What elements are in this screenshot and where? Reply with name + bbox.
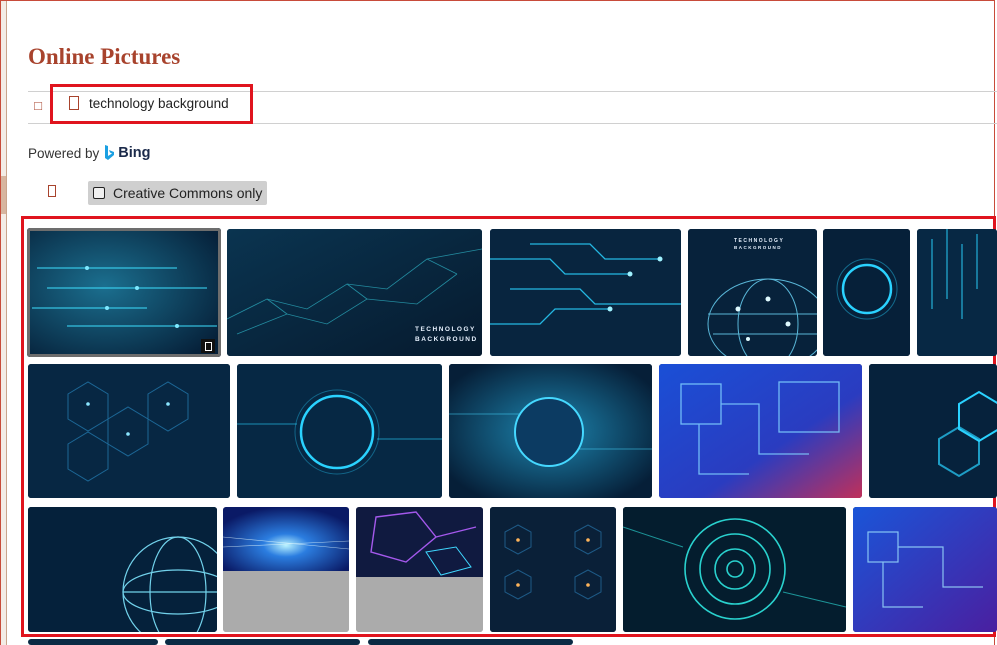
thumbnail-image xyxy=(356,507,483,577)
thumbnail-image xyxy=(869,364,997,498)
thumbnail-image: TECHNOLOGY BACKGROUND xyxy=(227,229,482,356)
thumbnail-image: TECHNOLOGY BACKGROUND xyxy=(688,229,817,356)
thumbnail-placeholder xyxy=(223,571,349,632)
bing-brand-text: Bing xyxy=(118,145,151,161)
bing-logo[interactable]: Bing xyxy=(104,145,151,161)
image-result-11[interactable] xyxy=(869,364,997,498)
image-result-next-row-3[interactable] xyxy=(368,639,573,645)
image-result-1[interactable] xyxy=(27,228,221,357)
bing-logo-icon xyxy=(105,145,115,160)
creative-commons-label: Creative Commons only xyxy=(113,185,263,201)
creative-commons-checkbox[interactable] xyxy=(93,187,105,199)
image-result-next-row-2[interactable] xyxy=(165,639,360,645)
image-result-7[interactable] xyxy=(28,364,230,498)
image-result-15[interactable] xyxy=(490,507,616,632)
thumbnail-image xyxy=(449,364,652,498)
search-input[interactable] xyxy=(89,93,249,113)
image-result-9[interactable] xyxy=(449,364,652,498)
dialog-title: Online Pictures xyxy=(28,44,181,69)
image-result-13[interactable] xyxy=(223,507,349,632)
image-result-16[interactable] xyxy=(623,507,846,632)
thumbnail-caption-1: TECHNOLOGY xyxy=(734,238,784,244)
image-result-4[interactable]: TECHNOLOGY BACKGROUND xyxy=(688,229,817,356)
thumbnail-caption-2: BACKGROUND xyxy=(734,245,782,250)
thumbnail-caption-2: BACKGROUND xyxy=(415,336,478,343)
powered-by-label: Powered by xyxy=(28,145,100,161)
thumbnail-image xyxy=(223,507,349,571)
filter-icon[interactable] xyxy=(48,185,56,197)
image-result-14[interactable] xyxy=(356,507,483,632)
thumbnail-image xyxy=(823,229,910,356)
thumbnail-image xyxy=(623,507,846,632)
image-result-2[interactable]: TECHNOLOGY BACKGROUND xyxy=(227,229,482,356)
thumbnail-image xyxy=(490,229,681,356)
search-icon xyxy=(69,96,79,110)
selected-check-icon xyxy=(201,339,215,353)
thumbnail-image xyxy=(28,364,230,498)
image-result-17[interactable] xyxy=(853,507,997,632)
powered-by: Powered by Bing xyxy=(28,145,151,161)
search-box[interactable] xyxy=(50,84,253,124)
thumbnail-caption-1: TECHNOLOGY xyxy=(415,326,476,333)
image-result-5[interactable] xyxy=(823,229,910,356)
back-arrow-icon[interactable]: □ xyxy=(31,98,45,114)
thumbnail-image xyxy=(853,507,997,632)
thumbnail-image xyxy=(917,229,997,356)
thumbnail-image xyxy=(28,507,217,632)
thumbnail-image xyxy=(237,364,442,498)
image-result-3[interactable] xyxy=(490,229,681,356)
thumbnail-image xyxy=(490,507,616,632)
image-result-8[interactable] xyxy=(237,364,442,498)
search-bar-row: □ xyxy=(28,84,997,124)
image-result-6[interactable] xyxy=(917,229,997,356)
thumbnail-placeholder xyxy=(356,577,483,632)
creative-commons-toggle[interactable]: Creative Commons only xyxy=(88,181,268,205)
image-result-12[interactable] xyxy=(28,507,217,632)
thumbnail-image xyxy=(27,228,221,357)
image-result-10[interactable] xyxy=(659,364,862,498)
image-result-next-row-1[interactable] xyxy=(28,639,158,645)
thumbnail-image xyxy=(659,364,862,498)
